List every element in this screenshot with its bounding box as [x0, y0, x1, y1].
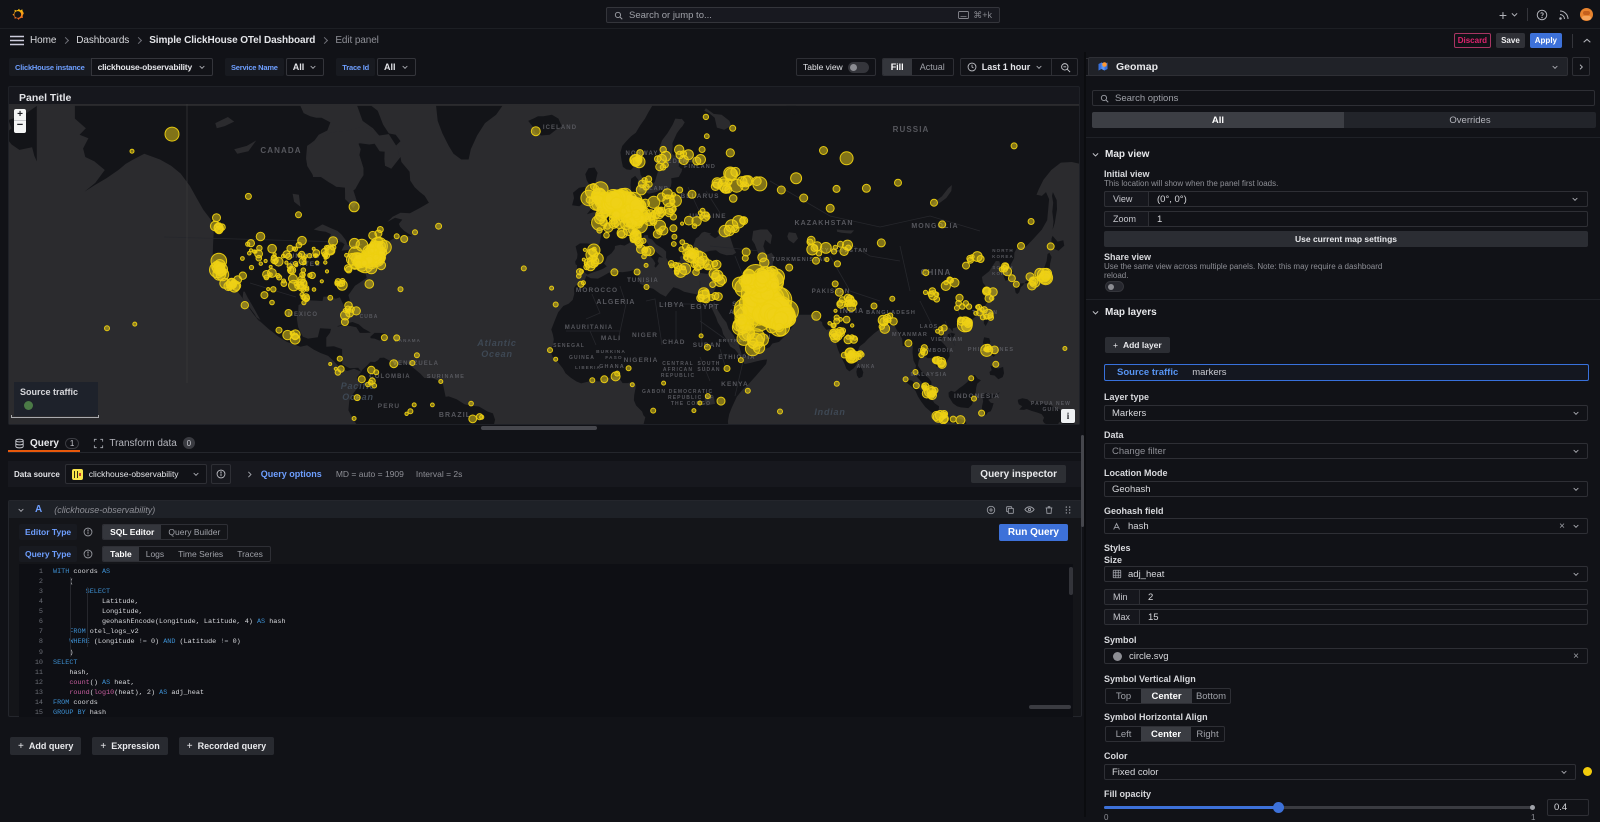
svg-text:SUDAN: SUDAN: [697, 367, 720, 373]
svg-text:GUIN: GUIN: [1043, 407, 1060, 413]
svg-text:NIGERIA: NIGERIA: [624, 357, 659, 364]
svg-text:GHANA: GHANA: [599, 364, 625, 370]
svg-text:ALGERIA: ALGERIA: [596, 299, 635, 306]
svg-text:SURINAME: SURINAME: [427, 374, 465, 380]
svg-text:MONGOLIA: MONGOLIA: [911, 223, 958, 230]
svg-text:BRAZIL: BRAZIL: [439, 412, 471, 419]
svg-text:KENYA: KENYA: [721, 381, 749, 388]
svg-text:BURKINA: BURKINA: [596, 349, 626, 355]
svg-text:VENEZUELA: VENEZUELA: [393, 361, 439, 367]
svg-text:RUSSIA: RUSSIA: [893, 125, 930, 134]
svg-text:LAOS: LAOS: [920, 324, 938, 330]
svg-text:MOROCCO: MOROCCO: [576, 287, 618, 294]
svg-text:CANADA: CANADA: [260, 146, 301, 155]
svg-text:TUNISIA: TUNISIA: [627, 278, 659, 284]
svg-text:REPUBLIC: REPUBLIC: [661, 373, 695, 379]
svg-text:PAKISTAN: PAKISTAN: [812, 289, 851, 295]
svg-text:INDONESIA: INDONESIA: [954, 393, 1000, 400]
svg-text:LIBERIA: LIBERIA: [575, 365, 601, 370]
svg-text:MALI: MALI: [601, 335, 621, 342]
svg-text:MYANMAR: MYANMAR: [892, 332, 928, 338]
svg-text:NIGER: NIGER: [632, 332, 658, 339]
svg-text:ICELAND: ICELAND: [543, 125, 577, 131]
svg-text:BELARUS: BELARUS: [680, 193, 719, 200]
svg-text:KOREA: KOREA: [992, 254, 1014, 259]
svg-text:LIBYA: LIBYA: [659, 302, 685, 309]
svg-text:PERU: PERU: [378, 403, 400, 410]
svg-text:GUINEA: GUINEA: [569, 355, 595, 361]
svg-text:KAZAKHSTAN: KAZAKHSTAN: [794, 220, 853, 227]
svg-text:THE CONGO: THE CONGO: [671, 401, 711, 407]
svg-text:CUBA: CUBA: [360, 314, 379, 320]
svg-text:Indian: Indian: [814, 407, 845, 417]
svg-text:Ocean: Ocean: [481, 349, 513, 359]
svg-text:Atlantic: Atlantic: [476, 338, 516, 348]
svg-text:CHAD: CHAD: [662, 339, 685, 346]
svg-text:GABON: GABON: [642, 389, 666, 395]
svg-text:VIETNAM: VIETNAM: [931, 337, 963, 343]
svg-text:SENEGAL: SENEGAL: [553, 343, 585, 349]
svg-text:FASO: FASO: [605, 355, 622, 361]
svg-text:EGYPT: EGYPT: [690, 304, 719, 311]
svg-text:NORTH: NORTH: [992, 248, 1014, 253]
svg-text:ANKA: ANKA: [857, 364, 876, 370]
svg-text:ETHIOPIA: ETHIOPIA: [718, 355, 755, 361]
svg-text:MAURITANIA: MAURITANIA: [565, 325, 614, 331]
